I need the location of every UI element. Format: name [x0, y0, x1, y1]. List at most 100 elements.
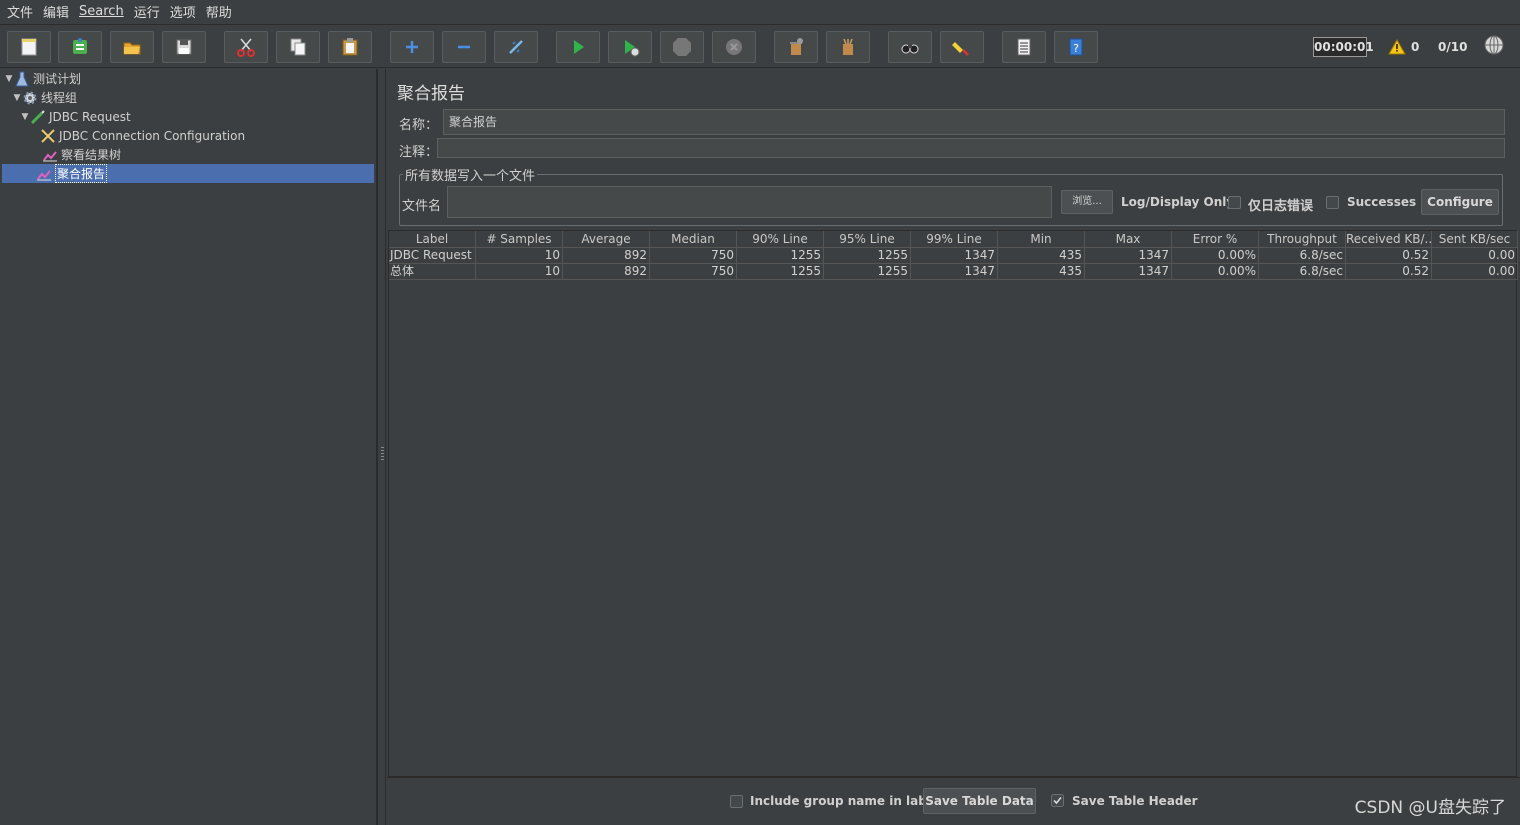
- splitter-grip[interactable]: [381, 447, 384, 461]
- copy-button[interactable]: [276, 31, 320, 63]
- expand-all-button[interactable]: [390, 31, 434, 63]
- table-cell: 1255: [824, 264, 911, 280]
- successes-checkbox[interactable]: [1326, 196, 1339, 209]
- tree-item-jdbc-connection-config[interactable]: JDBC Connection Configuration: [40, 126, 245, 145]
- collapse-all-button[interactable]: [442, 31, 486, 63]
- table-cell: 750: [650, 248, 737, 264]
- reset-search-button[interactable]: [940, 31, 984, 63]
- warning-indicator[interactable]: 0: [1388, 37, 1419, 57]
- start-no-pause-icon: [625, 40, 640, 57]
- stop-button[interactable]: [660, 31, 704, 63]
- menu-run[interactable]: 运行: [131, 2, 167, 21]
- column-header-average[interactable]: Average: [563, 231, 650, 248]
- help-button[interactable]: ?: [1054, 31, 1098, 63]
- start-no-pauses-button[interactable]: [608, 31, 652, 63]
- test-plan-tree: ▼ 测试计划 ▼ 线程组 ▼ JDBC Request JDBC Connect…: [0, 69, 377, 825]
- paste-button[interactable]: [328, 31, 372, 63]
- column-header-label[interactable]: Label: [389, 231, 476, 248]
- column-header-samples[interactable]: # Samples: [476, 231, 563, 248]
- svg-text:?: ?: [1073, 42, 1079, 55]
- clear-all-button[interactable]: [826, 31, 870, 63]
- column-header-median[interactable]: Median: [650, 231, 737, 248]
- table-cell: 10: [476, 248, 563, 264]
- panel-splitter[interactable]: [377, 69, 386, 825]
- table-row[interactable]: 总体 10 892 750 1255 1255 1347 435 1347 0.…: [389, 264, 1518, 280]
- tree-item-test-plan[interactable]: ▼ 测试计划: [4, 69, 81, 88]
- warning-icon: [1388, 39, 1406, 55]
- filename-input[interactable]: [447, 186, 1052, 218]
- save-table-header-checkbox[interactable]: [1051, 794, 1064, 807]
- column-header-min[interactable]: Min: [998, 231, 1085, 248]
- column-header-90-line[interactable]: 90% Line: [737, 231, 824, 248]
- column-header-received[interactable]: Received KB/...: [1346, 231, 1432, 248]
- menu-options[interactable]: 选项: [167, 2, 203, 21]
- table-cell: 1347: [911, 264, 998, 280]
- tree-item-jdbc-request[interactable]: ▼ JDBC Request: [20, 107, 131, 126]
- table-cell: 0.00: [1432, 264, 1518, 280]
- aggregate-table: Label # Samples Average Median 90% Line …: [388, 230, 1518, 777]
- open-button[interactable]: [110, 31, 154, 63]
- table-cell: 0.00%: [1172, 264, 1259, 280]
- column-header-sent[interactable]: Sent KB/sec: [1432, 231, 1518, 248]
- expand-arrow-icon[interactable]: ▼: [20, 112, 30, 122]
- toolbar: ? 00:00:01 0 0/10: [0, 24, 1520, 68]
- comment-field[interactable]: [437, 138, 1505, 158]
- paste-icon: [342, 38, 358, 56]
- toggle-button[interactable]: [494, 31, 538, 63]
- comment-label: 注释：: [399, 145, 439, 160]
- column-header-throughput[interactable]: Throughput: [1259, 231, 1346, 248]
- tree-item-label: 测试计划: [33, 72, 82, 86]
- aggregate-report-panel: 聚合报告 名称： 聚合报告 注释： 所有数据写入一个文件 文件名 浏览... L…: [387, 69, 1520, 825]
- start-button[interactable]: [556, 31, 600, 63]
- file-group-title: 所有数据写入一个文件: [403, 165, 538, 184]
- shutdown-icon: [726, 39, 742, 55]
- new-button[interactable]: [7, 31, 51, 63]
- table-cell: 0.52: [1346, 264, 1432, 280]
- errors-only-checkbox[interactable]: [1228, 196, 1241, 209]
- shutdown-button[interactable]: [712, 31, 756, 63]
- successes-label: Successes: [1347, 195, 1417, 209]
- tree-item-view-results-tree[interactable]: 察看结果树: [42, 145, 121, 164]
- menu-edit[interactable]: 编辑: [40, 2, 76, 21]
- name-field[interactable]: 聚合报告: [443, 109, 1505, 135]
- menu-help[interactable]: 帮助: [203, 2, 239, 21]
- column-header-error[interactable]: Error %: [1172, 231, 1259, 248]
- column-header-max[interactable]: Max: [1085, 231, 1172, 248]
- include-group-checkbox[interactable]: [730, 795, 743, 808]
- config-icon: [40, 128, 56, 144]
- stop-icon: [673, 38, 691, 56]
- copy-icon: [290, 38, 306, 56]
- expand-arrow-icon[interactable]: ▼: [4, 74, 14, 84]
- menu-search[interactable]: Search: [76, 4, 131, 19]
- save-table-data-button[interactable]: Save Table Data: [923, 788, 1036, 814]
- tree-item-aggregate-report[interactable]: 聚合报告: [2, 164, 374, 183]
- table-cell: 0.00: [1432, 248, 1518, 264]
- cut-button[interactable]: [224, 31, 268, 63]
- tree-item-thread-group[interactable]: ▼ 线程组: [12, 88, 77, 107]
- function-helper-icon: [1017, 38, 1031, 56]
- configure-button[interactable]: Configure: [1421, 189, 1499, 215]
- clear-button[interactable]: [774, 31, 818, 63]
- table-cell: 435: [998, 248, 1085, 264]
- table-cell: 6.8/sec: [1259, 248, 1346, 264]
- menu-file[interactable]: 文件: [4, 2, 40, 21]
- table-header: Label # Samples Average Median 90% Line …: [389, 231, 1518, 248]
- save-icon: [176, 39, 192, 55]
- table-cell: 0.52: [1346, 248, 1432, 264]
- clear-icon: [790, 38, 803, 55]
- column-header-99-line[interactable]: 99% Line: [911, 231, 998, 248]
- toggle-icon: [509, 40, 523, 54]
- save-button[interactable]: [162, 31, 206, 63]
- browse-button[interactable]: 浏览...: [1061, 190, 1113, 214]
- expand-arrow-icon[interactable]: ▼: [12, 93, 22, 103]
- log-display-label: Log/Display Only:: [1121, 195, 1239, 209]
- table-row[interactable]: JDBC Request 10 892 750 1255 1255 1347 4…: [389, 248, 1518, 264]
- search-button[interactable]: [888, 31, 932, 63]
- remote-globe-icon[interactable]: [1483, 34, 1505, 56]
- column-header-95-line[interactable]: 95% Line: [824, 231, 911, 248]
- table-cell: 10: [476, 264, 563, 280]
- table-cell: 0.00%: [1172, 248, 1259, 264]
- templates-button[interactable]: [58, 31, 102, 63]
- function-helper-button[interactable]: [1002, 31, 1046, 63]
- save-table-header-label: Save Table Header: [1072, 794, 1198, 808]
